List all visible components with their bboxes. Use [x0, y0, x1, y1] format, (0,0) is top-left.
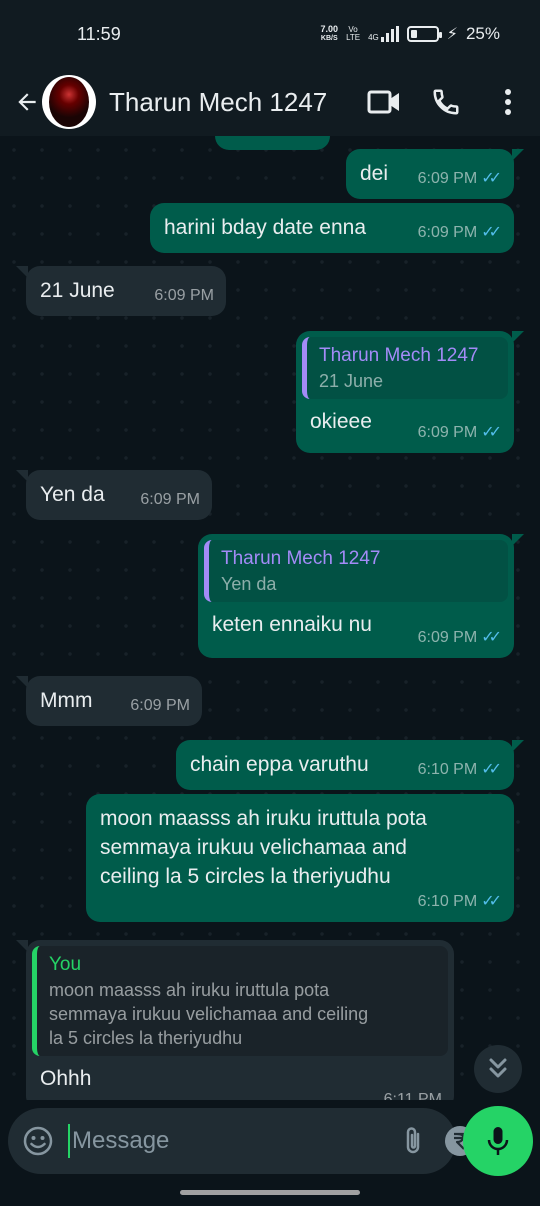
- message-text-line: moon maasss ah iruku iruttula pota: [100, 807, 427, 830]
- message-time: 6:09 PM ✓✓: [418, 623, 502, 652]
- video-call-button[interactable]: [364, 82, 404, 122]
- voice-record-button[interactable]: [463, 1106, 533, 1176]
- message-bubble-incoming[interactable]: 21 June 6:09 PM: [16, 266, 226, 316]
- status-bar: 11:59 7.00 KB/S Vo LTE 4G ⚡ 25%: [0, 0, 540, 68]
- message-text: Ohhh: [40, 1067, 92, 1090]
- emoji-icon: [23, 1126, 53, 1156]
- status-indicators: 7.00 KB/S Vo LTE 4G ⚡ 25%: [321, 24, 500, 44]
- quoted-text-line: la 5 circles la theriyudhu: [49, 1028, 243, 1048]
- quoted-message[interactable]: Tharun Mech 1247 Yen da: [204, 540, 508, 602]
- quoted-message[interactable]: You moon maasss ah iruku iruttula pota s…: [32, 946, 448, 1056]
- message-bubble-outgoing[interactable]: chain eppa varuthu 6:10 PM ✓✓: [176, 740, 524, 790]
- message-bubble-partial: [215, 136, 330, 150]
- message-text: Mmm: [40, 689, 93, 712]
- quoted-text: 21 June: [319, 371, 384, 391]
- paperclip-icon: [406, 1127, 420, 1154]
- message-text: keten ennaiku nu: [212, 613, 372, 636]
- avatar[interactable]: [42, 75, 96, 129]
- read-ticks-icon: ✓✓: [481, 629, 502, 646]
- message-bubble-outgoing[interactable]: moon maasss ah iruku iruttula pota semma…: [86, 794, 514, 922]
- attach-button[interactable]: [402, 1121, 424, 1161]
- signal-icon: 4G: [368, 26, 399, 42]
- message-bubble-outgoing[interactable]: harini bday date enna 6:09 PM ✓✓: [150, 203, 514, 253]
- phone-icon: [433, 89, 459, 115]
- message-text-line: semmaya irukuu velichamaa and: [100, 836, 407, 859]
- mic-icon: [487, 1127, 509, 1155]
- message-time: 6:10 PM ✓✓: [418, 755, 502, 784]
- message-text: 21 June: [40, 279, 115, 302]
- message-time: 6:10 PM ✓✓: [418, 887, 502, 916]
- message-bubble-outgoing[interactable]: Tharun Mech 1247 21 June okieee 6:09 PM ✓…: [296, 331, 524, 453]
- chat-header: Tharun Mech 1247: [0, 68, 540, 136]
- battery-percent: 25%: [465, 24, 500, 43]
- message-bubble-outgoing[interactable]: Tharun Mech 1247 Yen da keten ennaiku nu…: [198, 534, 524, 658]
- message-time: 6:09 PM ✓✓: [418, 218, 502, 247]
- home-indicator[interactable]: [180, 1190, 360, 1195]
- message-text: harini bday date enna: [164, 216, 366, 239]
- message-bubble-incoming[interactable]: Yen da 6:09 PM: [16, 470, 212, 520]
- contact-name[interactable]: Tharun Mech 1247: [109, 87, 342, 118]
- battery-icon: [406, 26, 442, 42]
- message-time: 6:09 PM: [130, 697, 190, 714]
- message-text: dei: [360, 162, 389, 185]
- quoted-message[interactable]: Tharun Mech 1247 21 June: [302, 337, 508, 399]
- message-time: 6:09 PM: [154, 287, 214, 304]
- arrow-left-icon: [18, 93, 36, 111]
- video-call-icon: [367, 90, 399, 114]
- read-ticks-icon: ✓✓: [481, 893, 502, 910]
- message-bubble-incoming[interactable]: Mmm 6:09 PM: [16, 676, 202, 726]
- charging-icon: ⚡: [446, 26, 458, 43]
- message-time: 6:09 PM ✓✓: [418, 164, 502, 193]
- chat-area[interactable]: dei 6:09 PM ✓✓ harini bday date enna 6:09…: [0, 136, 540, 1100]
- message-text: Yen da: [40, 483, 105, 506]
- quoted-sender: Tharun Mech 1247: [221, 548, 381, 569]
- emoji-button[interactable]: [22, 1124, 54, 1158]
- back-button[interactable]: [12, 82, 42, 122]
- quoted-sender: Tharun Mech 1247: [319, 345, 479, 366]
- message-time: 6:09 PM ✓✓: [418, 418, 502, 447]
- message-compose-bar: [8, 1108, 527, 1174]
- read-ticks-icon: ✓✓: [481, 761, 502, 778]
- message-input[interactable]: [68, 1124, 382, 1158]
- read-ticks-icon: ✓✓: [481, 424, 502, 441]
- quoted-sender: You: [49, 954, 82, 975]
- message-time: 6:09 PM: [140, 491, 200, 508]
- quoted-text-line: moon maasss ah iruku iruttula pota: [49, 980, 330, 1000]
- quoted-text: Yen da: [221, 574, 277, 594]
- read-ticks-icon: ✓✓: [481, 170, 502, 187]
- message-bubble-outgoing[interactable]: dei 6:09 PM ✓✓: [346, 149, 524, 199]
- read-ticks-icon: ✓✓: [481, 224, 502, 241]
- message-bubble-incoming[interactable]: You moon maasss ah iruku iruttula pota s…: [16, 940, 454, 1100]
- net-speed: 7.00 KB/S: [320, 24, 339, 43]
- quoted-text-line: semmaya irukuu velichamaa and ceiling: [49, 1004, 369, 1024]
- scroll-to-bottom-button[interactable]: [474, 1045, 522, 1093]
- double-chevron-down-icon: [489, 1058, 507, 1078]
- message-text: chain eppa varuthu: [190, 753, 369, 776]
- message-text: okieee: [310, 410, 372, 433]
- voice-call-button[interactable]: [426, 82, 466, 122]
- message-time: 6:11 PM: [383, 1091, 442, 1100]
- more-vert-icon: [505, 89, 511, 115]
- more-options-button[interactable]: [488, 82, 528, 122]
- volte-indicator: Vo LTE: [346, 25, 361, 42]
- status-time: 11:59: [77, 23, 121, 44]
